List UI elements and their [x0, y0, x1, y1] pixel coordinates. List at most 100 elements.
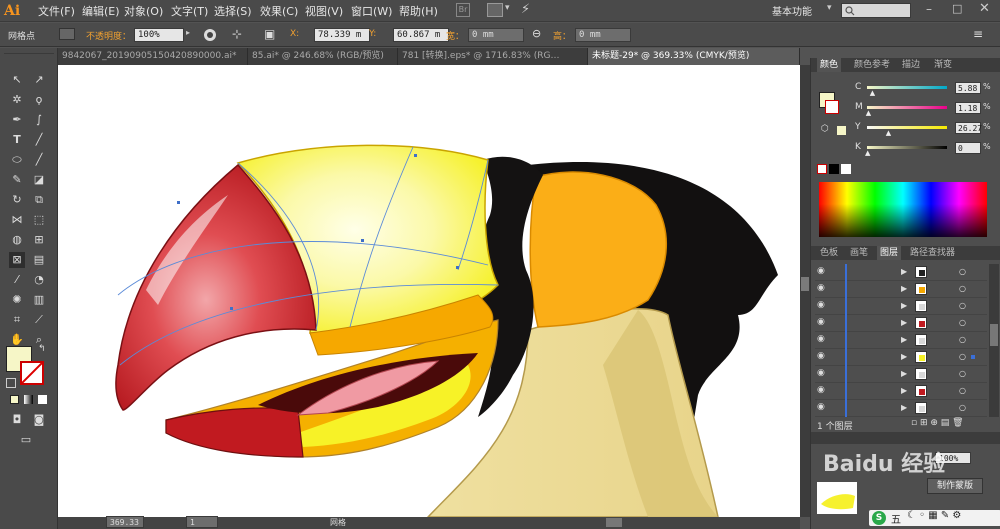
eyedropper-tool-icon[interactable]: ⁄ [9, 272, 25, 288]
chevron-right-icon[interactable]: ▸ [186, 28, 190, 37]
transform-icon[interactable]: ▣ [264, 27, 275, 41]
layer-row[interactable]: ◉ ▶ ○ [815, 349, 987, 366]
x-input[interactable]: 78.339 m [314, 28, 370, 42]
tab-pathfinder[interactable]: 路径查找器 [907, 246, 958, 260]
height-label[interactable]: 高： [553, 29, 571, 42]
y-label[interactable]: Y: [369, 29, 376, 39]
menu-file[interactable]: 文件(F) [38, 3, 75, 19]
tab-document-1[interactable]: 9842067_20190905150420890000.ai* [58, 48, 248, 65]
target-circle-icon[interactable]: ○ [959, 284, 966, 293]
shape-builder-tool-icon[interactable]: ◍ [9, 232, 25, 248]
eye-icon[interactable]: ◉ [817, 334, 825, 344]
perspective-grid-tool-icon[interactable]: ⊞ [31, 232, 47, 248]
recolor-icon[interactable] [203, 28, 217, 42]
expand-triangle-icon[interactable]: ▶ [901, 369, 907, 378]
black-color-swatch[interactable] [829, 164, 839, 174]
expand-triangle-icon[interactable]: ▶ [901, 267, 907, 276]
close-icon[interactable]: ✕ [979, 1, 990, 16]
draw-behind-icon[interactable]: ◙ [31, 412, 47, 428]
x-label[interactable]: X: [290, 29, 299, 39]
slider-handle-icon[interactable]: ▲ [865, 149, 870, 157]
none-mode-icon[interactable] [38, 395, 47, 404]
target-circle-icon[interactable]: ○ [959, 369, 966, 378]
eraser-tool-icon[interactable]: ◪ [31, 172, 47, 188]
out-of-gamut-icon[interactable]: ⬡ [821, 124, 829, 134]
chevron-down-icon[interactable]: ▾ [505, 3, 510, 13]
toolbar-grip[interactable] [4, 48, 54, 54]
horizontal-scrollbar-thumb[interactable] [606, 518, 622, 527]
channel-slider-k[interactable] [867, 146, 947, 149]
artboard[interactable] [58, 65, 800, 518]
vertical-scrollbar[interactable] [800, 65, 810, 517]
target-circle-icon[interactable]: ○ [959, 352, 966, 361]
menu-view[interactable]: 视图(V) [305, 3, 343, 19]
eye-icon[interactable]: ◉ [817, 402, 825, 412]
layer-row[interactable]: ◉ ▶ ○ [815, 383, 987, 400]
ime-tools-icons[interactable]: ☾ ◦ ▦ ✎ ⚙ [907, 510, 961, 521]
scrollbar-thumb[interactable] [801, 277, 809, 291]
chevron-down-icon[interactable]: ▾ [827, 3, 832, 13]
workspace-switcher[interactable]: 基本功能 [772, 3, 812, 18]
expand-triangle-icon[interactable]: ▶ [901, 352, 907, 361]
tab-brushes[interactable]: 画笔 [847, 246, 871, 260]
gradient-mode-icon[interactable] [24, 395, 33, 404]
gradient-tool-icon[interactable]: ▤ [31, 252, 47, 268]
tab-gradient[interactable]: 渐变 [931, 58, 955, 72]
minimize-icon[interactable]: – [926, 2, 932, 16]
menu-select[interactable]: 选择(S) [214, 3, 252, 19]
tab-document-active[interactable]: 未标题-29* @ 369.33% (CMYK/预览) [588, 48, 800, 65]
layer-row[interactable]: ◉ ▶ ○ [815, 281, 987, 298]
slider-handle-icon[interactable]: ▲ [870, 89, 875, 97]
layer-footer-icons[interactable]: ▫ ⊞ ⊕ ▤ 🗑 [911, 418, 964, 428]
menu-object[interactable]: 对象(O) [124, 3, 163, 19]
expand-triangle-icon[interactable]: ▶ [901, 386, 907, 395]
link-proportions-icon[interactable]: ⊖ [532, 27, 541, 40]
eye-icon[interactable]: ◉ [817, 266, 825, 276]
slider-handle-icon[interactable]: ▲ [886, 129, 891, 137]
eye-icon[interactable]: ◉ [817, 317, 825, 327]
tab-swatches[interactable]: 色板 [817, 246, 841, 260]
column-graph-tool-icon[interactable]: ▥ [31, 292, 47, 308]
blend-tool-icon[interactable]: ◔ [31, 272, 47, 288]
zoom-input[interactable]: 369.33 [106, 516, 144, 528]
make-mask-button[interactable]: 制作蒙版 [927, 478, 983, 494]
default-colors-icon[interactable] [6, 378, 16, 388]
y-input[interactable]: 60.867 m [393, 28, 449, 42]
height-input[interactable]: 0 mm [575, 28, 631, 42]
layer-row[interactable]: ◉ ▶ ○ [815, 264, 987, 281]
swap-colors-icon[interactable]: ↰ [38, 344, 46, 354]
screen-mode-icon[interactable]: ▭ [18, 432, 34, 448]
canvas-area[interactable] [58, 65, 800, 518]
expand-triangle-icon[interactable]: ▶ [901, 284, 907, 293]
rotate-tool-icon[interactable]: ↻ [9, 192, 25, 208]
none-color-swatch[interactable] [817, 164, 827, 174]
expand-triangle-icon[interactable]: ▶ [901, 318, 907, 327]
width-input[interactable]: 0 mm [468, 28, 524, 42]
channel-slider-c[interactable] [867, 86, 947, 89]
arrange-documents-icon[interactable] [487, 3, 503, 17]
channel-value-c[interactable]: 5.88 [955, 82, 981, 94]
stroke-swatch-none[interactable] [20, 361, 44, 385]
eye-icon[interactable]: ◉ [817, 368, 825, 378]
free-transform-tool-icon[interactable]: ⬚ [31, 212, 47, 228]
mesh-tool-icon[interactable]: ⊠ [9, 252, 25, 268]
tab-color-guide[interactable]: 颜色参考 [851, 58, 893, 72]
expand-triangle-icon[interactable]: ▶ [901, 403, 907, 412]
artboard-tool-icon[interactable]: ⌗ [9, 312, 25, 328]
slice-tool-icon[interactable]: ⟋ [31, 312, 47, 328]
bridge-icon[interactable]: Br [456, 3, 470, 17]
selected-art-indicator[interactable] [971, 355, 975, 359]
white-color-swatch[interactable] [841, 164, 851, 174]
target-circle-icon[interactable]: ○ [959, 335, 966, 344]
ellipse-tool-icon[interactable]: ⬭ [9, 152, 25, 168]
gamut-swatch[interactable] [837, 126, 846, 135]
target-circle-icon[interactable]: ○ [959, 267, 966, 276]
search-input[interactable] [841, 3, 911, 18]
layers-scrollbar[interactable] [989, 264, 999, 417]
direct-selection-tool-icon[interactable]: ↗ [31, 72, 47, 88]
pen-tool-icon[interactable]: ✒ [9, 112, 25, 128]
opacity-input[interactable]: 100% [134, 28, 184, 42]
layer-row[interactable]: ◉ ▶ ○ [815, 332, 987, 349]
eye-icon[interactable]: ◉ [817, 283, 825, 293]
ime-mode-label[interactable]: 五 [891, 511, 901, 526]
